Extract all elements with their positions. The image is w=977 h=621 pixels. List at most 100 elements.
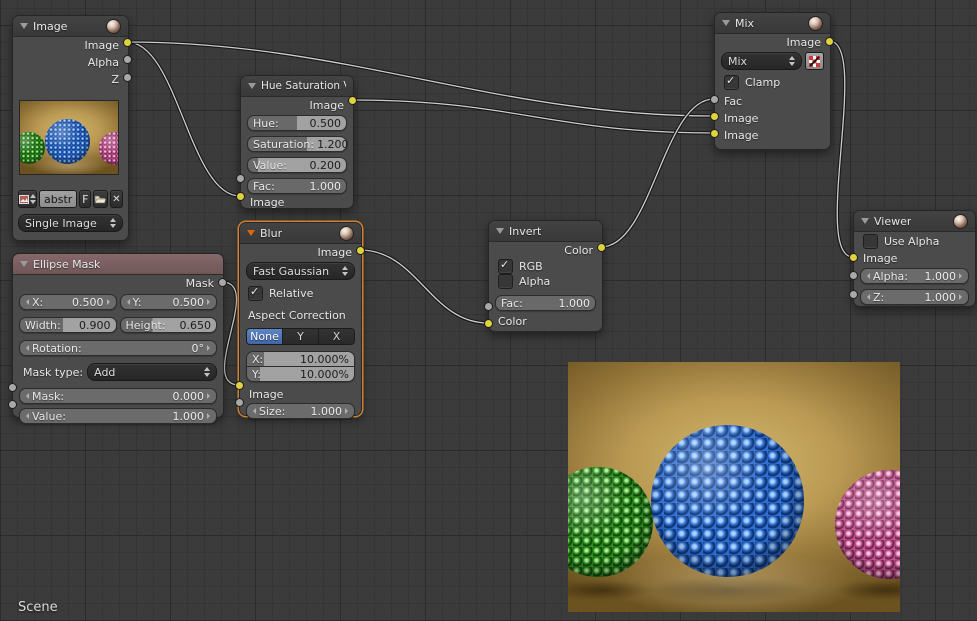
collapse-triangle-icon[interactable]	[496, 228, 504, 234]
blur-y-slider[interactable]: Y: 10.000%	[246, 367, 355, 382]
decrement-arrow-icon[interactable]	[864, 294, 870, 300]
decrement-arrow-icon[interactable]	[250, 408, 256, 414]
decrement-arrow-icon[interactable]	[864, 273, 870, 279]
input-label-image-1: Image	[724, 112, 759, 125]
node-image: Image Image Alpha Z abstr F ✕ Single Ima…	[12, 15, 129, 241]
node-invert-header[interactable]: Invert	[489, 221, 602, 242]
increment-arrow-icon[interactable]	[207, 393, 213, 399]
use-alpha-toggle-button[interactable]	[805, 52, 824, 70]
collapse-triangle-icon[interactable]	[20, 23, 28, 29]
socket-image-output-image[interactable]	[123, 38, 132, 47]
relative-checkbox[interactable]	[248, 285, 263, 301]
node-mix-header[interactable]: Mix	[715, 13, 830, 34]
collapse-triangle-icon[interactable]	[722, 20, 730, 26]
decrement-arrow-icon[interactable]	[124, 299, 130, 305]
socket-viewer-input-alpha[interactable]	[849, 271, 858, 280]
aspect-correction-label: Aspect Correction	[248, 309, 346, 322]
increment-arrow-icon[interactable]	[959, 273, 965, 279]
socket-mix-input-image-1[interactable]	[710, 112, 719, 121]
collapse-triangle-icon[interactable]	[20, 261, 28, 267]
value-input-field[interactable]: Value: 1.000	[19, 408, 217, 424]
decrement-arrow-icon[interactable]	[23, 393, 29, 399]
hue-slider[interactable]: Hue: 0.500	[247, 115, 347, 131]
socket-mix-input-image-2[interactable]	[710, 129, 719, 138]
alpha-checkbox[interactable]	[498, 274, 513, 289]
open-image-button[interactable]	[93, 190, 108, 208]
size-field[interactable]: Size: 1.000	[246, 403, 355, 419]
mask-y-field[interactable]: Y: 0.500	[119, 294, 217, 310]
blur-x-slider[interactable]: X: 10.000%	[246, 351, 355, 367]
alpha-field[interactable]: Alpha: 1.000	[860, 268, 969, 284]
socket-blur-input-size[interactable]	[235, 398, 244, 407]
decrement-arrow-icon[interactable]	[23, 413, 29, 419]
mask-type-select[interactable]: Add	[87, 363, 217, 381]
node-image-header[interactable]: Image	[13, 16, 128, 37]
increment-arrow-icon[interactable]	[959, 294, 965, 300]
input-label-color: Color	[498, 315, 527, 328]
node-blur-header[interactable]: Blur	[240, 223, 361, 244]
node-ellipse-mask-header[interactable]: Ellipse Mask	[13, 254, 223, 275]
aspect-y-button[interactable]: Y	[283, 329, 319, 344]
mask-width-slider[interactable]: Width: 0.900	[19, 317, 117, 333]
decrement-arrow-icon[interactable]	[23, 299, 29, 305]
blur-filter-type-select[interactable]: Fast Gaussian	[246, 262, 355, 280]
rotation-field[interactable]: Rotation: 0°	[19, 340, 217, 356]
socket-hsv-input-image[interactable]	[236, 192, 245, 201]
aspect-x-button[interactable]: X	[319, 329, 354, 344]
green-dotted-sphere	[20, 131, 45, 164]
node-wire	[828, 39, 854, 259]
preview-sphere-icon[interactable]	[339, 225, 354, 241]
mask-x-field[interactable]: X: 0.500	[19, 294, 117, 310]
socket-ellipse-mask-input-mask[interactable]	[8, 383, 17, 392]
image-source-select[interactable]: Single Image	[18, 214, 123, 232]
collapse-triangle-icon[interactable]	[861, 218, 869, 224]
rgb-checkbox[interactable]	[498, 258, 513, 274]
node-viewer-header[interactable]: Viewer	[854, 211, 975, 232]
increment-arrow-icon[interactable]	[207, 299, 213, 305]
socket-hsv-input-fac[interactable]	[236, 174, 245, 183]
fac-slider[interactable]: Fac: 1.000	[495, 295, 596, 311]
node-hsv-header[interactable]: Hue Saturation Value	[241, 76, 353, 97]
socket-blur-output-image[interactable]	[356, 246, 365, 255]
use-alpha-checkbox[interactable]	[863, 234, 878, 249]
socket-hsv-output-image[interactable]	[348, 96, 357, 105]
node-wire	[600, 97, 715, 249]
increment-arrow-icon[interactable]	[207, 345, 213, 351]
increment-arrow-icon[interactable]	[207, 413, 213, 419]
preview-sphere-icon[interactable]	[106, 18, 121, 34]
socket-invert-output-color[interactable]	[597, 243, 606, 252]
increment-arrow-icon[interactable]	[106, 299, 113, 305]
socket-invert-input-color[interactable]	[484, 319, 493, 328]
value-slider[interactable]: Value: 0.200	[247, 157, 347, 173]
image-datablock-browse-button[interactable]	[18, 190, 37, 208]
collapse-triangle-icon[interactable]	[247, 230, 255, 236]
image-icon	[19, 194, 29, 204]
clamp-checkbox[interactable]	[724, 74, 739, 90]
preview-sphere-icon[interactable]	[808, 15, 823, 31]
socket-ellipse-mask-input-value[interactable]	[8, 400, 17, 409]
socket-invert-input-fac[interactable]	[484, 302, 493, 311]
socket-blur-input-image[interactable]	[235, 381, 244, 390]
socket-viewer-input-image[interactable]	[849, 253, 858, 262]
mask-height-slider[interactable]: Height: 0.650	[119, 317, 217, 333]
aspect-none-button[interactable]: None	[247, 329, 283, 344]
increment-arrow-icon[interactable]	[345, 408, 351, 414]
fake-user-button[interactable]: F	[79, 190, 92, 208]
decrement-arrow-icon[interactable]	[23, 345, 29, 351]
z-field[interactable]: Z: 1.000	[860, 289, 969, 305]
socket-mix-input-fac[interactable]	[710, 95, 719, 104]
blend-mode-select[interactable]: Mix	[721, 52, 802, 70]
unlink-image-button[interactable]: ✕	[109, 190, 123, 208]
node-title: Image	[33, 19, 68, 33]
socket-mix-output-image[interactable]	[825, 37, 834, 46]
socket-ellipse-mask-output-mask[interactable]	[218, 278, 227, 287]
mask-input-field[interactable]: Mask: 0.000	[19, 388, 217, 404]
collapse-triangle-icon[interactable]	[248, 83, 256, 89]
saturation-slider[interactable]: Saturation: 1.200	[247, 136, 349, 152]
socket-viewer-input-z[interactable]	[849, 290, 858, 299]
socket-image-output-alpha[interactable]	[123, 55, 132, 64]
image-name-field[interactable]: abstr	[39, 190, 78, 208]
fac-slider[interactable]: Fac: 1.000	[247, 178, 347, 194]
socket-image-output-z[interactable]	[123, 73, 132, 82]
preview-sphere-icon[interactable]	[953, 213, 968, 229]
